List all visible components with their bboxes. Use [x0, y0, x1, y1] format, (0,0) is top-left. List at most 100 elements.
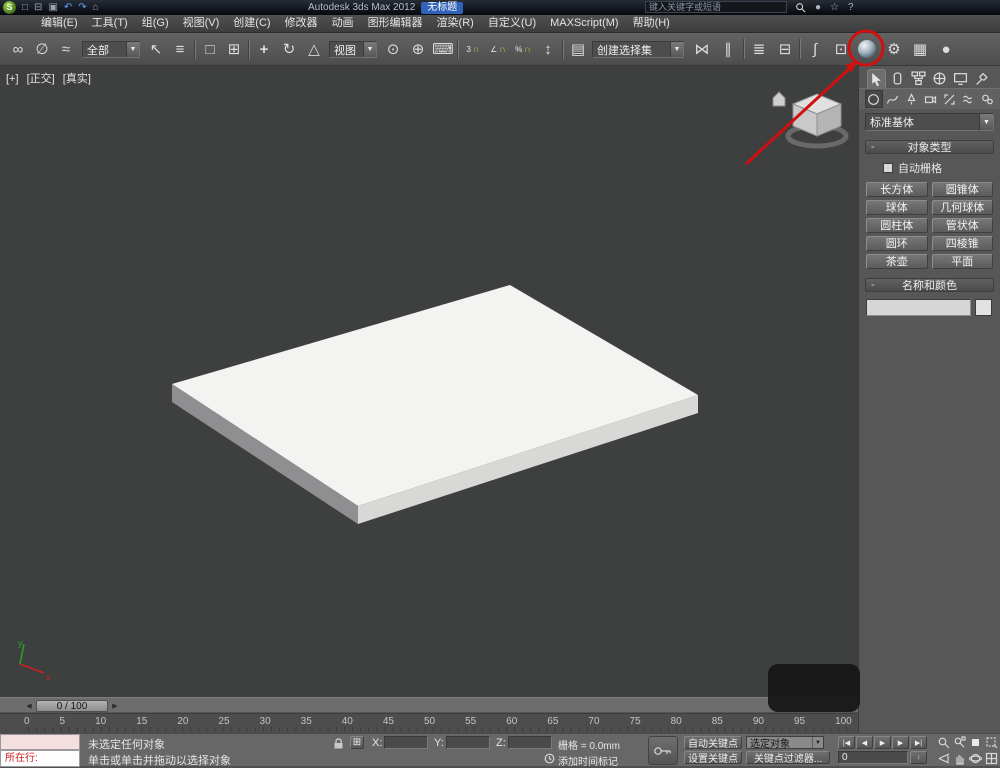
- key-selection-dropdown[interactable]: 选定对象 ▼: [746, 736, 824, 749]
- favorites-icon[interactable]: ☆: [830, 2, 839, 13]
- viewcube[interactable]: [765, 84, 857, 159]
- object-type-button[interactable]: 四棱锥: [932, 236, 994, 251]
- menu-item[interactable]: 自定义(U): [481, 15, 543, 32]
- selection-lock-icon[interactable]: [332, 737, 344, 750]
- object-type-button[interactable]: 圆锥体: [932, 182, 994, 197]
- subtab-helpers[interactable]: [940, 90, 958, 108]
- menu-item[interactable]: 创建(C): [226, 15, 277, 32]
- object-type-button[interactable]: 茶壶: [866, 254, 928, 269]
- tab-motion[interactable]: [930, 69, 949, 88]
- menu-item[interactable]: 渲染(R): [430, 15, 481, 32]
- bind-to-spacewarp-icon[interactable]: ≈: [54, 37, 78, 61]
- mini-listener-strip[interactable]: 所在行:: [0, 750, 80, 767]
- object-type-button[interactable]: 管状体: [932, 218, 994, 233]
- schematic-view-icon[interactable]: ⊡: [829, 37, 853, 61]
- window-crossing-icon[interactable]: ⊞: [222, 37, 246, 61]
- goto-end-button[interactable]: ▶|: [910, 736, 927, 749]
- select-object-icon[interactable]: ↖: [144, 37, 168, 61]
- scene-explorer-icon[interactable]: ⊟: [773, 37, 797, 61]
- viewport[interactable]: [+] [正交] [真实] x y: [0, 66, 858, 697]
- render-setup-icon[interactable]: ⚙: [882, 37, 906, 61]
- named-selection-sets-dropdown[interactable]: 创建选择集 ▼: [592, 41, 684, 58]
- tab-hierarchy[interactable]: [909, 69, 928, 88]
- object-type-button[interactable]: 几何球体: [932, 200, 994, 215]
- object-name-field[interactable]: [866, 299, 971, 316]
- use-pivot-center-icon[interactable]: ⊙: [381, 37, 405, 61]
- absolute-mode-toggle-icon[interactable]: ⊞: [350, 736, 364, 749]
- time-next-button[interactable]: ▶: [110, 700, 120, 712]
- infocenter-search-input[interactable]: 键入关键字或短语: [645, 1, 787, 13]
- maximize-viewport-toggle-icon[interactable]: [984, 751, 999, 766]
- select-and-link-icon[interactable]: ∞: [6, 37, 30, 61]
- zoom-region-icon[interactable]: [984, 735, 999, 750]
- menu-item[interactable]: 组(G): [135, 15, 176, 32]
- undo-icon[interactable]: ↶: [64, 2, 72, 13]
- subtab-systems[interactable]: [978, 90, 996, 108]
- new-scene-icon[interactable]: □: [22, 2, 28, 13]
- percent-snap-icon[interactable]: % ∩: [511, 37, 535, 61]
- x-coord-field[interactable]: [384, 736, 428, 749]
- material-editor-icon[interactable]: [855, 37, 879, 61]
- select-rotate-icon[interactable]: ↻: [277, 37, 301, 61]
- key-filters-button[interactable]: 关键点过滤器...: [746, 751, 830, 764]
- curve-editor-icon[interactable]: ∫: [803, 37, 827, 61]
- subtab-lights[interactable]: [903, 90, 921, 108]
- menu-item[interactable]: 视图(V): [176, 15, 227, 32]
- select-scale-icon[interactable]: △: [302, 37, 326, 61]
- unlink-selection-icon[interactable]: ∅: [30, 37, 54, 61]
- selection-filter-dropdown[interactable]: 全部 ▼: [82, 41, 140, 58]
- object-color-swatch[interactable]: [975, 299, 992, 316]
- tab-display[interactable]: [951, 69, 970, 88]
- zoom-extents-icon[interactable]: [968, 735, 983, 750]
- set-keys-button[interactable]: [648, 736, 678, 765]
- menu-item[interactable]: 动画: [325, 15, 361, 32]
- menu-item[interactable]: 工具(T): [85, 15, 135, 32]
- prev-frame-button[interactable]: ◀: [856, 736, 873, 749]
- project-folder-icon[interactable]: ⌂: [93, 2, 99, 13]
- viewcube-home-icon[interactable]: [773, 92, 785, 106]
- save-file-icon[interactable]: ▣: [48, 2, 57, 13]
- set-key-button[interactable]: 设置关键点: [684, 751, 742, 764]
- select-and-manipulate-icon[interactable]: ⊕: [406, 37, 430, 61]
- angle-snap-icon[interactable]: ∠ ∩: [486, 37, 510, 61]
- object-type-button[interactable]: 圆柱体: [866, 218, 928, 233]
- track-bar[interactable]: 0510152025303540455055606570758085909510…: [0, 713, 858, 733]
- mirror-icon[interactable]: ⋈: [690, 37, 714, 61]
- box-object[interactable]: [0, 66, 858, 697]
- time-prev-button[interactable]: ◀: [24, 700, 34, 712]
- render-production-icon[interactable]: ●: [934, 37, 958, 61]
- edit-named-sets-icon[interactable]: ▤: [566, 37, 590, 61]
- open-file-icon[interactable]: ⊟: [34, 2, 42, 13]
- y-coord-field[interactable]: [446, 736, 490, 749]
- reference-coordinate-dropdown[interactable]: 视图 ▼: [329, 41, 377, 58]
- autogrid-checkbox[interactable]: [883, 163, 893, 173]
- menu-item[interactable]: 帮助(H): [626, 15, 677, 32]
- layer-manager-icon[interactable]: ≣: [747, 37, 771, 61]
- name-color-rollout-header[interactable]: - 名称和颜色: [865, 278, 994, 292]
- pan-icon[interactable]: [952, 751, 967, 766]
- menu-item[interactable]: MAXScript(M): [543, 15, 625, 32]
- tab-utilities[interactable]: [972, 69, 991, 88]
- frame-spinner[interactable]: ↕: [910, 751, 927, 764]
- zoom-all-icon[interactable]: [952, 735, 967, 750]
- tab-modify[interactable]: [888, 69, 907, 88]
- select-by-name-icon[interactable]: ≡: [168, 37, 192, 61]
- auto-key-button[interactable]: 自动关键点: [684, 736, 742, 749]
- z-coord-field[interactable]: [508, 736, 552, 749]
- redo-icon[interactable]: ↷: [78, 2, 86, 13]
- orbit-icon[interactable]: [968, 751, 983, 766]
- geometry-class-dropdown[interactable]: 标准基体 ▼: [865, 113, 994, 131]
- subtab-cameras[interactable]: [922, 90, 940, 108]
- object-type-button[interactable]: 平面: [932, 254, 994, 269]
- menu-item[interactable]: 修改器: [278, 15, 325, 32]
- object-type-button[interactable]: 圆环: [866, 236, 928, 251]
- subtab-shapes[interactable]: [884, 90, 902, 108]
- macro-recorder-strip[interactable]: [0, 734, 80, 750]
- object-type-rollout-header[interactable]: - 对象类型: [865, 140, 994, 154]
- zoom-icon[interactable]: [936, 735, 951, 750]
- align-icon[interactable]: ∥: [716, 37, 740, 61]
- help-icon[interactable]: ?: [848, 2, 854, 13]
- search-icon[interactable]: [795, 2, 806, 13]
- menu-item[interactable]: 编辑(E): [34, 15, 85, 32]
- field-of-view-icon[interactable]: [936, 751, 951, 766]
